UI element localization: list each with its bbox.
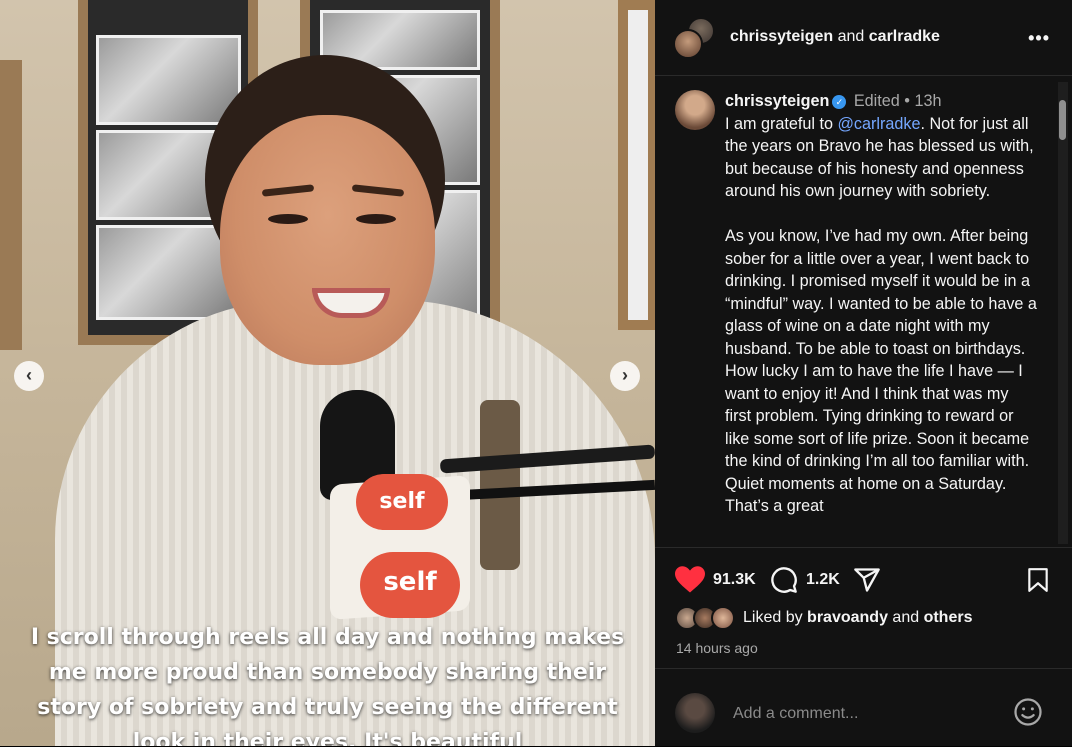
bookmark-icon [1028,568,1048,592]
post-media[interactable]: self self I scroll through reels all day… [0,0,655,746]
share-button[interactable] [853,566,881,594]
collab-avatars[interactable] [673,17,715,59]
caption-scrollbar[interactable] [1058,82,1068,544]
video-caption: I scroll through reels all day and nothi… [30,625,625,746]
post-authors: chrissyteigen and carlradke [730,28,940,46]
post-header: chrissyteigen and carlradke ••• [655,0,1072,76]
avatar[interactable] [675,693,715,733]
avatar[interactable] [673,29,703,59]
chevron-left-icon: ‹ [26,365,32,385]
avatar[interactable] [711,606,735,630]
author-link[interactable]: chrissyteigen [730,28,833,45]
avatar[interactable] [675,90,715,130]
post-caption-area: chrissyteigen ✓ Edited • 13h I am gratefu… [655,76,1072,546]
post-caption: chrissyteigen ✓ Edited • 13h I am gratefu… [725,90,1037,518]
save-button[interactable] [1025,566,1051,594]
comment-input[interactable] [731,699,995,729]
wall-frame-left [0,60,22,350]
comment-count[interactable]: 1.2K [806,571,840,589]
liked-by-others-link[interactable]: others [924,609,973,627]
person-eye [268,214,308,224]
authors-conjunction: and [837,28,865,45]
liked-by-prefix: Liked by [743,609,803,626]
post-timestamp[interactable]: 14 hours ago [676,640,758,656]
chevron-right-icon: › [622,365,628,385]
emoji-button[interactable] [1013,697,1043,727]
liked-by-and: and [892,609,920,626]
person-face [220,115,435,365]
author-link[interactable]: carlradke [869,28,940,45]
liked-by-avatars[interactable] [675,606,735,630]
mic-brand-logo: self [356,474,448,530]
like-button[interactable]: 91.3K [675,566,756,594]
post-actions: 91.3K 1.2K Liked by bravoandy and others… [655,547,1072,668]
wall-frame-edge [618,0,655,330]
mention-link[interactable]: @carlradke [837,115,920,133]
previous-media-button[interactable]: ‹ [14,361,44,391]
smiley-icon [1014,698,1042,726]
comment-icon [771,567,797,593]
person-strap [480,400,520,570]
heart-icon [675,566,705,593]
like-count[interactable]: 91.3K [713,571,756,589]
liked-by-user-link[interactable]: bravoandy [807,609,888,627]
more-horizontal-icon[interactable]: ••• [1028,28,1050,49]
photo-strip-image [96,35,241,125]
caption-text: . Not for just all the years on Bravo he… [725,114,1037,516]
comment-button[interactable]: 1.2K [770,566,840,594]
author-link[interactable]: chrissyteigen [725,92,829,110]
comment-bar [655,668,1072,747]
verified-badge-icon: ✓ [832,95,847,109]
share-icon [854,568,880,592]
edited-label: Edited [853,92,900,110]
caption-text: I am grateful to [725,114,838,133]
liked-by-row: Liked by bravoandy and others [675,606,972,630]
meta-separator: • [904,92,910,110]
scrollbar-thumb[interactable] [1059,100,1066,140]
post-side-panel: chrissyteigen and carlradke ••• chrissyt… [655,0,1072,746]
next-media-button[interactable]: › [610,361,640,391]
post-age[interactable]: 13h [914,92,941,110]
person-eye [356,214,396,224]
mic-brand-logo: self [360,552,460,618]
